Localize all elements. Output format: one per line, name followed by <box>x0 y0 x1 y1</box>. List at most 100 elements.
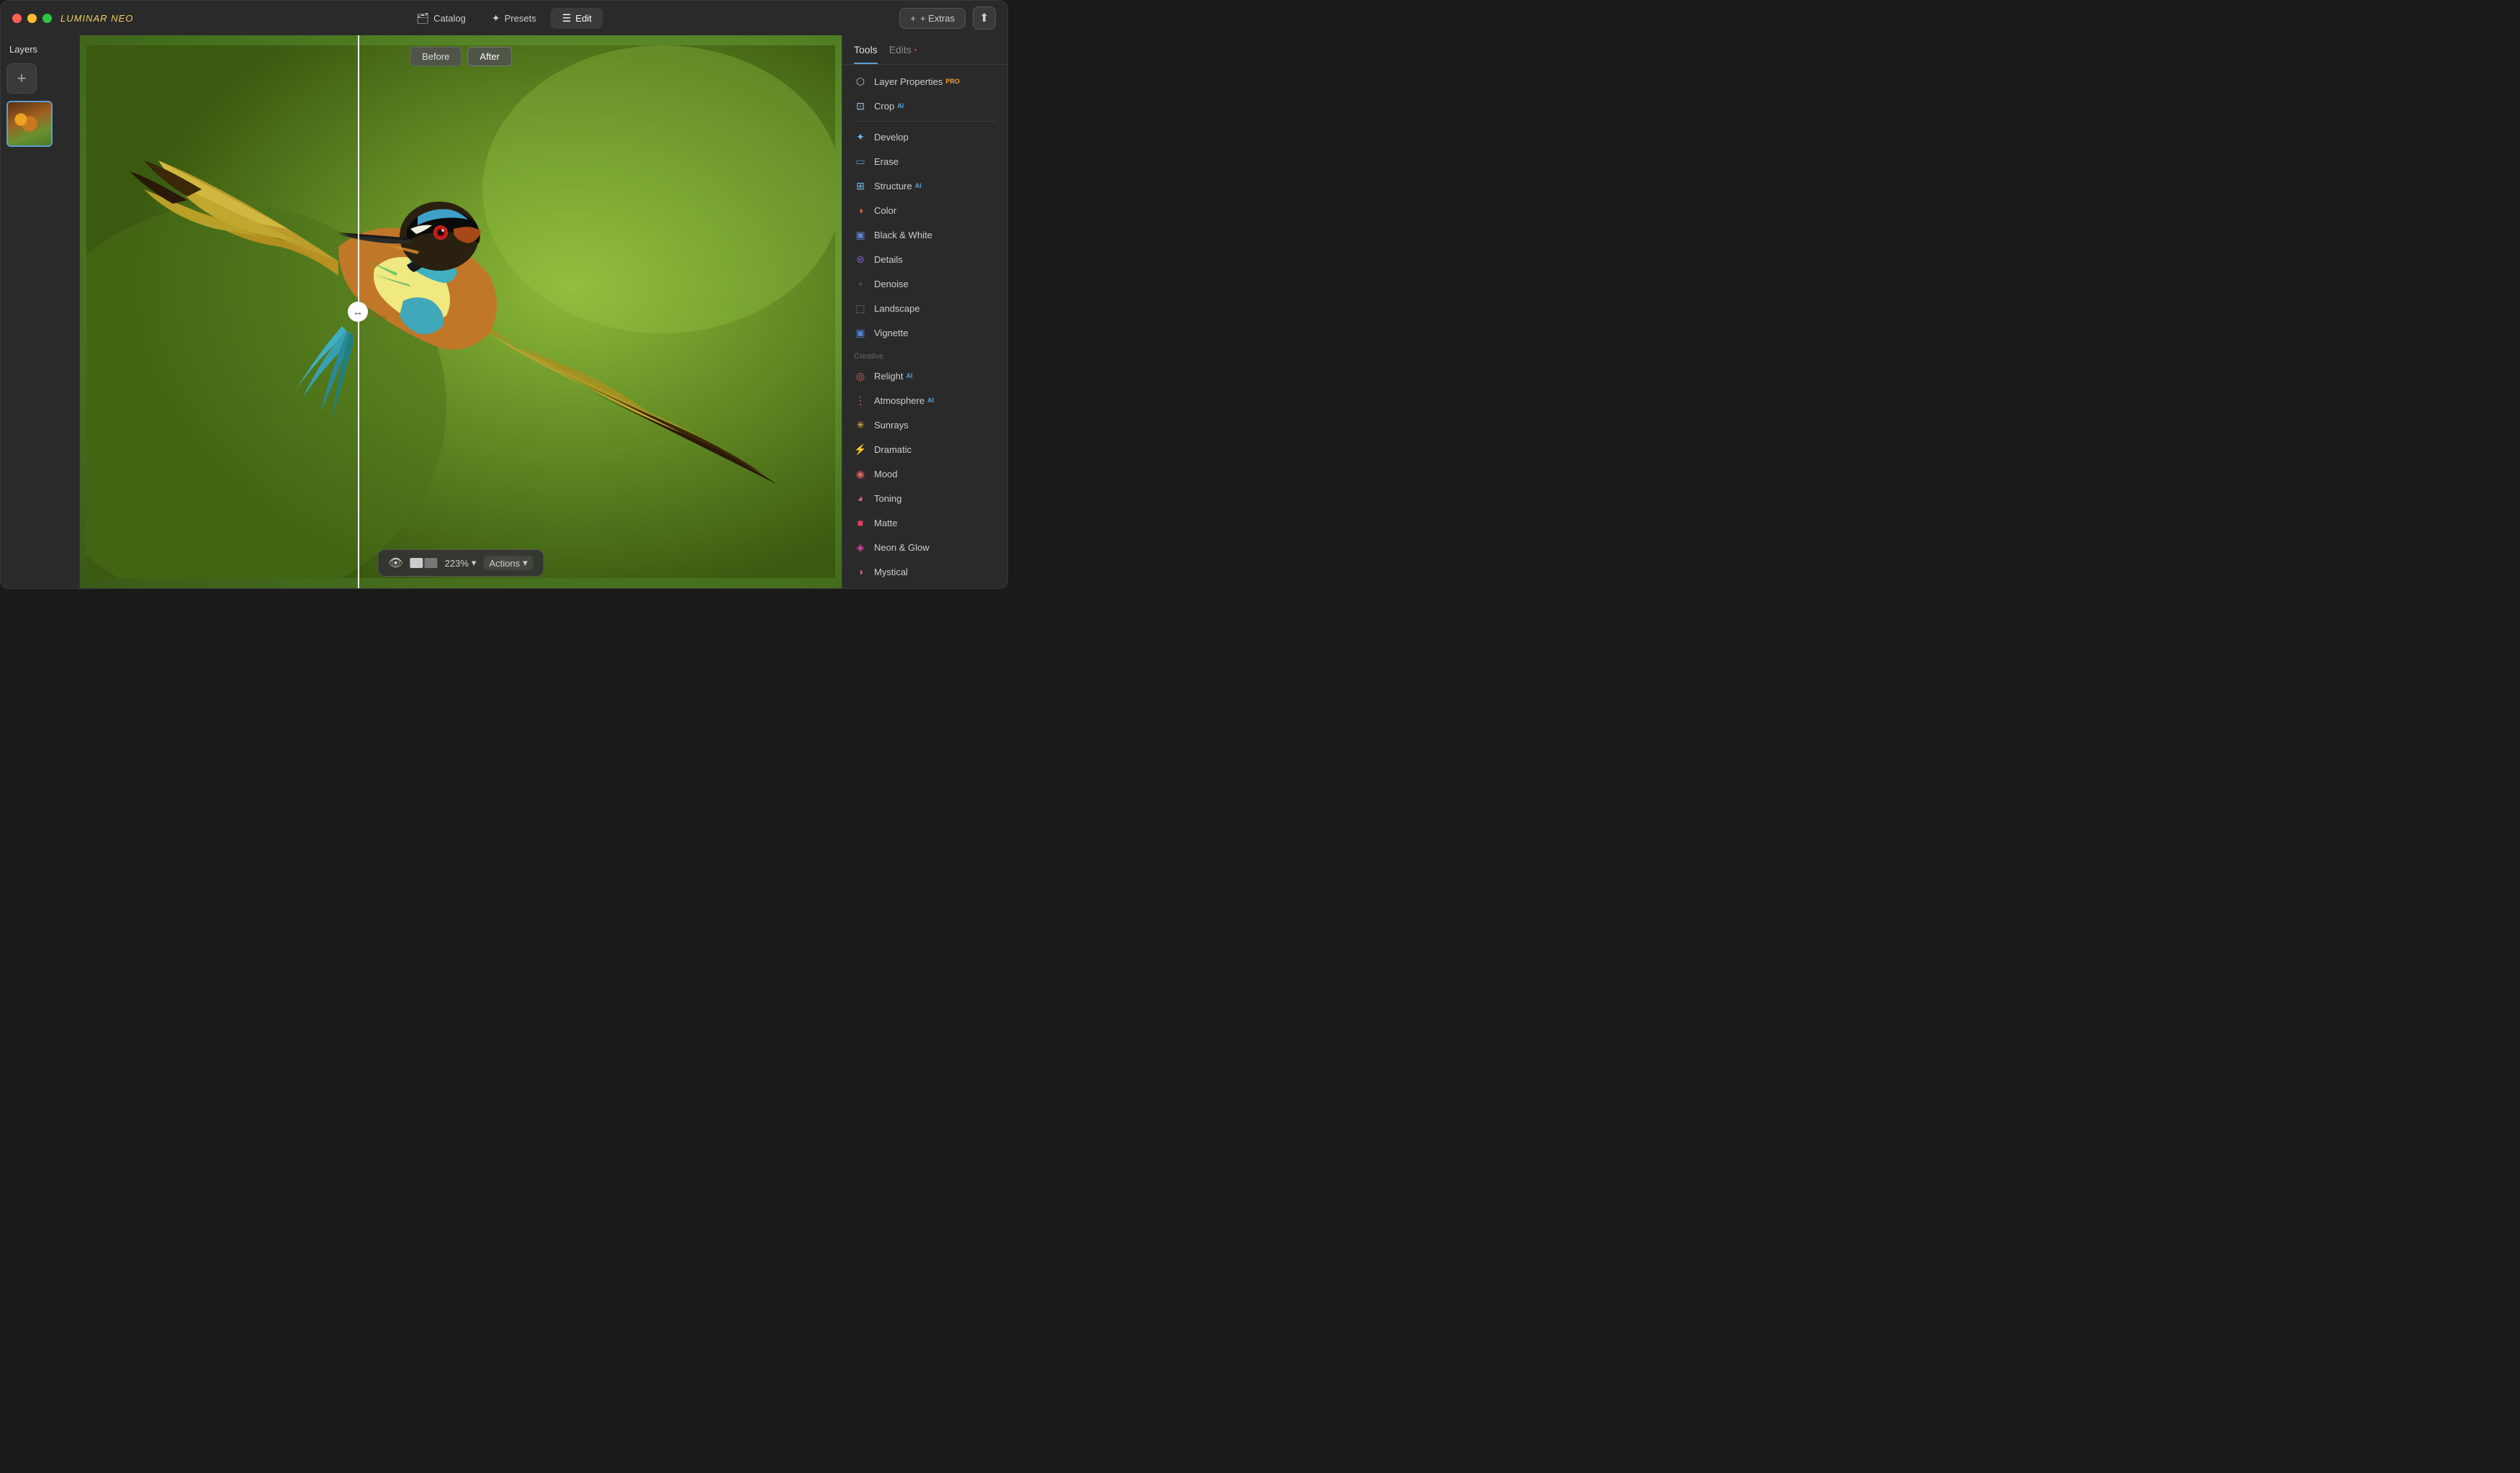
zoom-control[interactable]: 223% ▾ <box>445 557 477 569</box>
matte-label: Matte <box>874 518 898 528</box>
layers-title: Layers <box>6 44 73 55</box>
add-layer-button[interactable]: + <box>6 63 37 94</box>
before-after-controls: Before After <box>410 47 512 66</box>
share-button[interactable]: ⬆ <box>973 6 996 30</box>
toning-icon: ◕ <box>854 492 867 505</box>
split-view-icon[interactable] <box>425 558 438 568</box>
main-content: Layers + Before After <box>1 35 1007 588</box>
tool-crop[interactable]: ⊡ Crop AI <box>842 94 1007 118</box>
tool-vignette[interactable]: ▣ Vignette <box>842 320 1007 345</box>
before-label[interactable]: Before <box>410 47 462 66</box>
canvas-area: Before After <box>80 35 842 588</box>
tool-mystical[interactable]: ◑ Mystical <box>842 559 1007 584</box>
tool-dramatic[interactable]: ⚡ Dramatic <box>842 437 1007 461</box>
extras-plus-icon: + <box>910 13 916 24</box>
divider-1 <box>854 121 996 122</box>
details-label: Details <box>874 254 903 265</box>
atmosphere-ai-badge: AI <box>927 397 934 404</box>
sunrays-icon: ✳ <box>854 418 867 431</box>
tool-layer-properties[interactable]: ⬡ Layer Properties PRO <box>842 69 1007 94</box>
zoom-chevron-icon: ▾ <box>472 557 477 569</box>
eye-icon[interactable]: 👁 <box>388 556 402 570</box>
denoise-icon: ▫ <box>854 277 867 290</box>
matte-icon: ■ <box>854 516 867 529</box>
minimize-button[interactable] <box>27 14 37 23</box>
split-handle[interactable]: ↔ <box>348 302 368 322</box>
neon-glow-icon: ◈ <box>854 541 867 554</box>
bottom-toolbar: 👁 223% ▾ Actions ▾ <box>377 549 544 577</box>
tool-develop[interactable]: ✦ Develop <box>842 125 1007 149</box>
sunrays-label: Sunrays <box>874 420 909 431</box>
layers-panel: Layers + <box>1 35 80 588</box>
presets-icon: ✦ <box>492 12 500 24</box>
tool-landscape[interactable]: ⬚ Landscape <box>842 296 1007 320</box>
layer-thumbnail[interactable] <box>6 101 53 147</box>
after-label[interactable]: After <box>467 47 511 66</box>
traffic-lights <box>12 14 52 23</box>
tool-color[interactable]: ◑ Color <box>842 198 1007 222</box>
develop-icon: ✦ <box>854 130 867 143</box>
crop-icon: ⊡ <box>854 99 867 112</box>
tool-neon-glow[interactable]: ◈ Neon & Glow <box>842 535 1007 559</box>
layer-properties-icon: ⬡ <box>854 75 867 88</box>
mystical-icon: ◑ <box>854 565 867 578</box>
edit-icon: ☰ <box>562 12 572 24</box>
layer-thumb-bird-preview <box>8 102 51 145</box>
tool-sunrays[interactable]: ✳ Sunrays <box>842 413 1007 437</box>
app-window: LUMINAR NEO 🗂 Catalog ✦ Presets ☰ Edit +… <box>0 0 1008 589</box>
nav-catalog[interactable]: 🗂 Catalog <box>405 8 477 29</box>
layer-thumb-image <box>8 102 51 145</box>
landscape-label: Landscape <box>874 303 920 314</box>
tools-list: ⬡ Layer Properties PRO ⊡ Crop AI <box>842 65 1007 588</box>
erase-label: Erase <box>874 156 899 167</box>
details-icon: ⊛ <box>854 253 867 266</box>
panel-tabs: Tools Edits • <box>842 35 1007 65</box>
dramatic-label: Dramatic <box>874 444 912 455</box>
actions-button[interactable]: Actions ▾ <box>483 556 533 570</box>
tool-structure[interactable]: ⊞ Structure AI <box>842 174 1007 198</box>
creative-section-label: Creative <box>842 345 1007 364</box>
share-icon: ⬆ <box>979 11 989 25</box>
mood-icon: ◉ <box>854 467 867 480</box>
mystical-label: Mystical <box>874 567 908 577</box>
title-bar-right: + + Extras ⬆ <box>899 6 996 30</box>
tool-atmosphere[interactable]: ⋮ Atmosphere AI <box>842 388 1007 413</box>
nav-bar: 🗂 Catalog ✦ Presets ☰ Edit <box>405 8 603 29</box>
tool-matte[interactable]: ■ Matte <box>842 510 1007 535</box>
crop-label: Crop AI <box>874 101 904 112</box>
black-white-icon: ▣ <box>854 228 867 241</box>
atmosphere-label: Atmosphere AI <box>874 395 934 406</box>
bird-image <box>80 35 842 588</box>
fullscreen-button[interactable] <box>42 14 52 23</box>
actions-label: Actions <box>489 558 520 569</box>
tool-details[interactable]: ⊛ Details <box>842 247 1007 271</box>
tool-toning[interactable]: ◕ Toning <box>842 486 1007 510</box>
crop-ai-badge: AI <box>897 102 904 109</box>
nav-presets[interactable]: ✦ Presets <box>480 8 548 29</box>
denoise-label: Denoise <box>874 279 909 289</box>
erase-icon: ▭ <box>854 155 867 168</box>
tab-edits[interactable]: Edits • <box>889 44 917 64</box>
relight-label: Relight AI <box>874 371 912 382</box>
develop-label: Develop <box>874 132 909 143</box>
tool-glow[interactable]: ✦ Glow <box>842 584 1007 588</box>
tab-tools[interactable]: Tools <box>854 44 878 64</box>
neon-glow-label: Neon & Glow <box>874 542 930 553</box>
vignette-label: Vignette <box>874 328 908 338</box>
tool-mood[interactable]: ◉ Mood <box>842 461 1007 486</box>
atmosphere-icon: ⋮ <box>854 394 867 407</box>
bird-svg <box>86 45 835 578</box>
tool-erase[interactable]: ▭ Erase <box>842 149 1007 174</box>
relight-ai-badge: AI <box>906 372 912 379</box>
color-label: Color <box>874 205 896 216</box>
tool-black-white[interactable]: ▣ Black & White <box>842 222 1007 247</box>
photo-canvas: ↔ <box>80 35 842 588</box>
app-title: LUMINAR NEO <box>60 13 133 24</box>
single-view-icon[interactable] <box>410 558 423 568</box>
close-button[interactable] <box>12 14 22 23</box>
nav-edit[interactable]: ☰ Edit <box>551 8 603 29</box>
tool-relight[interactable]: ◎ Relight AI <box>842 364 1007 388</box>
tool-denoise[interactable]: ▫ Denoise <box>842 271 1007 296</box>
extras-button[interactable]: + + Extras <box>899 8 966 29</box>
title-bar: LUMINAR NEO 🗂 Catalog ✦ Presets ☰ Edit +… <box>1 1 1007 35</box>
